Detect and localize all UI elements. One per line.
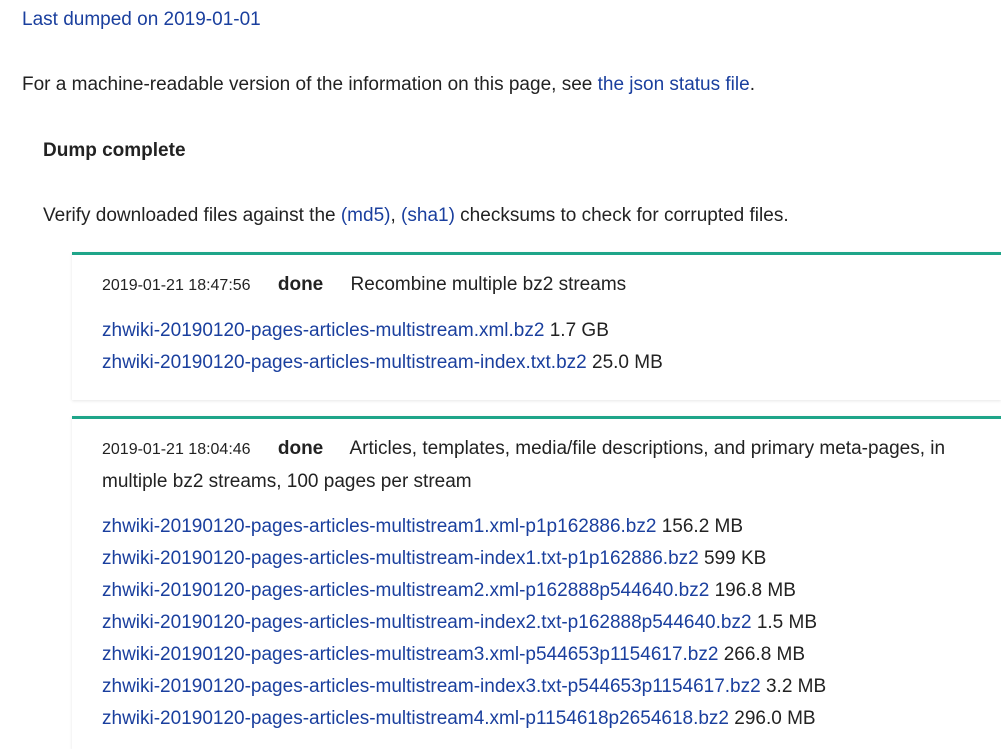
file-item: zhwiki-20190120-pages-articles-multistre… — [102, 703, 826, 735]
file-size: 599 KB — [703, 548, 767, 569]
file-link[interactable]: zhwiki-20190120-pages-articles-multistre… — [102, 352, 587, 373]
last-dumped-link[interactable]: Last dumped on 2019-01-01 — [22, 8, 261, 32]
file-item: zhwiki-20190120-pages-articles-multistre… — [102, 315, 663, 347]
file-item: zhwiki-20190120-pages-articles-multistre… — [102, 347, 663, 379]
file-link[interactable]: zhwiki-20190120-pages-articles-multistre… — [102, 708, 729, 729]
file-size: 266.8 MB — [723, 644, 806, 665]
file-item: zhwiki-20190120-pages-articles-multistre… — [102, 607, 826, 639]
file-size: 25.0 MB — [592, 352, 663, 373]
md5-link[interactable]: (md5) — [341, 205, 391, 226]
file-size: 3.2 MB — [765, 676, 827, 697]
job-timestamp: 2019-01-21 18:04:46 — [102, 441, 251, 458]
job-header: 2019-01-21 18:47:56 done Recombine multi… — [102, 269, 989, 302]
verify-suffix: checksums to check for corrupted files. — [454, 205, 789, 226]
json-note-suffix: . — [749, 74, 755, 95]
file-link[interactable]: zhwiki-20190120-pages-articles-multistre… — [102, 580, 709, 601]
file-size: 1.7 GB — [549, 320, 609, 341]
file-link[interactable]: zhwiki-20190120-pages-articles-multistre… — [102, 644, 718, 665]
json-status-link[interactable]: the json status file — [598, 74, 750, 95]
file-list: zhwiki-20190120-pages-articles-multistre… — [102, 315, 663, 379]
file-size: 196.8 MB — [714, 580, 796, 601]
job-articles-multistream: 2019-01-21 18:04:46 done Articles, templ… — [72, 416, 1001, 749]
file-list: zhwiki-20190120-pages-articles-multistre… — [102, 511, 826, 735]
file-item: zhwiki-20190120-pages-articles-multistre… — [102, 671, 826, 703]
file-item: zhwiki-20190120-pages-articles-multistre… — [102, 639, 826, 671]
file-link[interactable]: zhwiki-20190120-pages-articles-multistre… — [102, 548, 699, 569]
file-size: 156.2 MB — [661, 516, 744, 537]
job-timestamp: 2019-01-21 18:47:56 — [102, 277, 251, 294]
file-link[interactable]: zhwiki-20190120-pages-articles-multistre… — [102, 320, 544, 341]
json-status-note: For a machine-readable version of the in… — [22, 73, 755, 97]
dump-status-heading: Dump complete — [43, 140, 186, 161]
file-item: zhwiki-20190120-pages-articles-multistre… — [102, 543, 826, 575]
file-link[interactable]: zhwiki-20190120-pages-articles-multistre… — [102, 676, 761, 697]
verify-prefix: Verify downloaded files against the — [43, 205, 341, 226]
file-link[interactable]: zhwiki-20190120-pages-articles-multistre… — [102, 612, 752, 633]
json-note-prefix: For a machine-readable version of the in… — [22, 74, 598, 95]
file-item: zhwiki-20190120-pages-articles-multistre… — [102, 511, 826, 543]
job-recombine-multistream: 2019-01-21 18:47:56 done Recombine multi… — [72, 252, 1001, 400]
sha1-link[interactable]: (sha1) — [401, 205, 455, 226]
file-link[interactable]: zhwiki-20190120-pages-articles-multistre… — [102, 516, 656, 537]
file-item: zhwiki-20190120-pages-articles-multistre… — [102, 575, 826, 607]
verify-comma: , — [390, 205, 402, 226]
job-status: done — [277, 438, 324, 459]
checksum-note: Verify downloaded files against the (md5… — [43, 204, 789, 228]
job-description: Recombine multiple bz2 streams — [350, 274, 627, 295]
file-size: 1.5 MB — [756, 612, 818, 633]
file-size: 296.0 MB — [734, 708, 816, 729]
job-header: 2019-01-21 18:04:46 done Articles, templ… — [102, 433, 989, 498]
job-status: done — [277, 274, 324, 295]
